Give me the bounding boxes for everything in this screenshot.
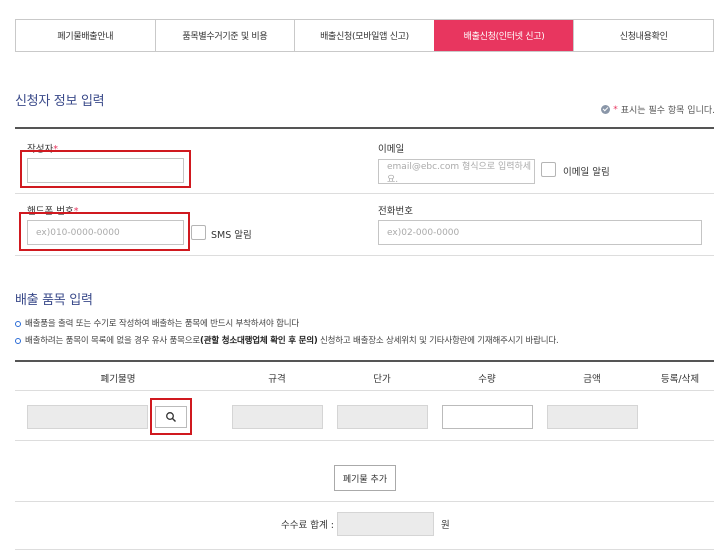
- total-fee-field: [337, 512, 434, 536]
- items-table-top-divider: [15, 360, 714, 362]
- unit-price-field: [337, 405, 428, 429]
- tel-label: 전화번호: [378, 206, 413, 217]
- author-highlight-box: [20, 150, 191, 188]
- currency-label: 원: [441, 520, 450, 531]
- required-note: * 표시는 필수 항목 입니다.: [601, 103, 715, 116]
- sms-alert-label: SMS 알림: [211, 230, 252, 241]
- tab-fee-criteria[interactable]: 품목별수거기준 및 비용: [154, 20, 295, 51]
- required-star: *: [613, 104, 618, 115]
- col-waste-name: 폐기물명: [100, 374, 136, 385]
- col-amount: 금액: [583, 374, 601, 385]
- total-bottom-divider: [15, 549, 714, 550]
- table-row-divider: [15, 440, 714, 441]
- tab-check-application[interactable]: 신청내용확인: [573, 20, 713, 51]
- email-input[interactable]: email@ebc.com 형식으로 입력하세요.: [378, 159, 535, 185]
- tel-input[interactable]: ex)02-000-0000: [378, 220, 702, 245]
- amount-field: [547, 405, 638, 429]
- applicant-section-title: 신청자 정보 입력: [15, 94, 105, 109]
- phone-highlight-box: [19, 212, 190, 251]
- items-section-title: 배출 품목 입력: [15, 293, 93, 308]
- col-unit-price: 단가: [373, 374, 391, 385]
- quantity-input[interactable]: [442, 405, 533, 429]
- search-highlight-box: [150, 398, 192, 435]
- step-tabs: 폐기물배출안내 품목별수거기준 및 비용 배출신청(모바일앱 신고) 배출신청(…: [15, 19, 714, 52]
- sms-alert-checkbox[interactable]: [191, 225, 206, 240]
- spec-field: [232, 405, 323, 429]
- waste-name-field: [27, 405, 148, 429]
- email-alert-label: 이메일 알림: [563, 167, 610, 178]
- total-top-divider: [15, 501, 714, 502]
- total-fee-label: 수수료 합계 :: [281, 520, 334, 531]
- col-spec: 규격: [268, 374, 286, 385]
- form-row-divider: [15, 193, 714, 194]
- add-waste-button[interactable]: 폐기물 추가: [334, 465, 396, 491]
- tab-internet-apply[interactable]: 배출신청(인터넷 신고): [433, 20, 574, 51]
- form-bottom-divider: [15, 255, 714, 256]
- tab-waste-guide[interactable]: 폐기물배출안내: [16, 20, 155, 51]
- tab-mobile-apply[interactable]: 배출신청(모바일앱 신고): [294, 20, 434, 51]
- note-print-attach: 배출품을 출력 또는 수기로 작성하여 배출하는 품목에 반드시 부착하셔야 합…: [15, 316, 559, 333]
- item-notes: 배출품을 출력 또는 수기로 작성하여 배출하는 품목에 반드시 부착하셔야 합…: [15, 316, 559, 350]
- form-top-divider: [15, 127, 714, 129]
- required-note-text: 표시는 필수 항목 입니다.: [620, 106, 715, 116]
- col-quantity: 수량: [478, 374, 496, 385]
- note-similar-item: 배출하려는 품목이 목록에 없을 경우 유사 품목으로(관할 청소대행업체 확인…: [15, 333, 559, 350]
- email-label: 이메일: [378, 144, 405, 155]
- col-register-delete: 등록/삭제: [660, 374, 700, 385]
- table-header-divider: [15, 390, 714, 391]
- email-alert-checkbox[interactable]: [541, 162, 556, 177]
- check-circle-icon: [601, 105, 611, 114]
